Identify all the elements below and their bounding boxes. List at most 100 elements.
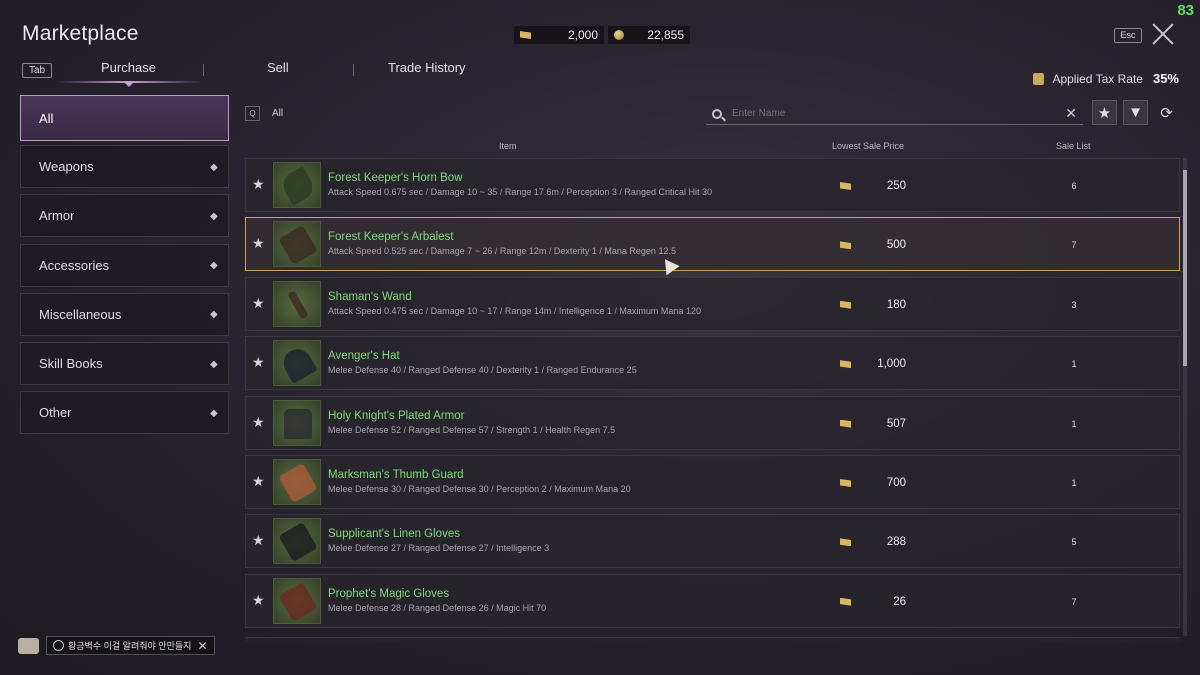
tab-trade-history[interactable]: Trade History [388, 60, 466, 75]
refresh-button[interactable]: ⟳ [1154, 100, 1179, 125]
item-price: 288 [840, 536, 906, 548]
sidebar-item-miscellaneous[interactable]: Miscellaneous ◆ [20, 292, 229, 336]
star-icon[interactable]: ★ [252, 295, 265, 312]
expand-diamond-icon: ◆ [210, 161, 218, 173]
filter-value[interactable]: All [272, 108, 283, 119]
item-price: 26 [840, 596, 906, 608]
table-row[interactable]: ★ Holy Knight's Plated Armor Melee Defen… [245, 395, 1180, 450]
crossbow-icon [273, 221, 321, 268]
tab-sell[interactable]: Sell [267, 60, 289, 75]
tab-key-hint: Tab [22, 63, 52, 78]
tab-divider [203, 64, 204, 76]
item-stats: Melee Defense 40 / Ranged Defense 40 / D… [328, 365, 637, 376]
thumb-guard-icon [273, 458, 321, 505]
chat-notice[interactable]: 황금벽수 이걸 알려줘야 안만들지 ✕ [46, 636, 215, 655]
fps-counter: 83 [1177, 2, 1194, 19]
table-row[interactable]: ★ Supplicant's Linen Gloves Melee Defens… [245, 514, 1180, 569]
search-field: ✕ [706, 103, 1083, 125]
expand-diamond-icon: ◆ [210, 210, 218, 222]
ticket-icon [840, 182, 851, 190]
header-sale-list[interactable]: Sale List [1056, 141, 1091, 151]
gold-coin-icon [614, 30, 624, 40]
refresh-icon: ⟳ [1160, 104, 1173, 122]
tab-divider [353, 64, 354, 76]
item-name: Shaman's Wand [328, 290, 412, 303]
sidebar-item-skill-books[interactable]: Skill Books ◆ [20, 342, 229, 386]
chat-bubble-icon[interactable] [18, 637, 39, 654]
item-name: Marksman's Thumb Guard [328, 468, 464, 481]
star-icon[interactable]: ★ [252, 473, 265, 490]
currency-ticket: 2,000 [514, 26, 604, 44]
table-row[interactable]: ★ Forest Keeper's Horn Bow Attack Speed … [245, 158, 1180, 212]
favorites-button[interactable]: ★ [1092, 100, 1117, 125]
ticket-icon [520, 31, 531, 39]
tax-rate-display: Applied Tax Rate 35% [1033, 71, 1179, 86]
item-price-value: 500 [886, 239, 906, 252]
star-icon[interactable]: ★ [252, 176, 265, 193]
star-icon[interactable]: ★ [252, 592, 265, 609]
filter-button[interactable]: ▼ [1123, 100, 1148, 125]
item-sale-count: 1 [1071, 418, 1077, 429]
item-stats: Attack Speed 0.525 sec / Damage 7 ~ 26 /… [328, 246, 676, 257]
sidebar-item-other[interactable]: Other ◆ [20, 391, 229, 435]
item-price-value: 250 [886, 180, 906, 192]
item-price: 250 [840, 180, 906, 192]
item-price-value: 26 [893, 595, 906, 608]
expand-diamond-icon: ◆ [210, 358, 218, 370]
item-name: Prophet's Magic Gloves [328, 587, 450, 600]
star-icon[interactable]: ★ [252, 532, 265, 549]
ticket-icon [840, 597, 851, 606]
table-header: Item Lowest Sale Price Sale List [245, 141, 1180, 155]
item-stats: Attack Speed 0.475 sec / Damage 10 ~ 17 … [328, 305, 701, 316]
notice-icon [53, 640, 64, 651]
q-key-hint: Q [245, 106, 260, 121]
sidebar-item-label: Weapons [39, 159, 94, 174]
table-row-partial [245, 637, 1180, 642]
item-price: 1,000 [840, 358, 906, 370]
ticket-icon [840, 538, 851, 547]
scrollbar-thumb[interactable] [1183, 170, 1187, 366]
chat-notice-text: 황금벽수 이걸 알려줘야 안만들지 [68, 641, 192, 651]
expand-diamond-icon: ◆ [210, 309, 218, 321]
sidebar-item-label: Miscellaneous [39, 306, 122, 322]
item-price-value: 507 [886, 417, 906, 430]
gloves-icon [273, 577, 321, 624]
item-price-value: 288 [886, 536, 906, 549]
item-name: Supplicant's Linen Gloves [328, 528, 460, 541]
sidebar-item-weapons[interactable]: Weapons ◆ [20, 145, 229, 188]
header-lowest-price[interactable]: Lowest Sale Price [832, 141, 904, 151]
page-title: Marketplace [22, 22, 139, 45]
item-stats: Melee Defense 52 / Ranged Defense 57 / S… [328, 424, 616, 435]
currency-ticket-value: 2,000 [567, 28, 598, 42]
item-price: 500 [840, 239, 906, 251]
item-name: Forest Keeper's Horn Bow [328, 172, 463, 184]
close-icon[interactable]: ✕ [197, 639, 207, 653]
list-scrollbar[interactable] [1183, 158, 1187, 636]
sidebar-item-label: Accessories [39, 257, 110, 273]
tab-purchase[interactable]: Purchase [101, 60, 156, 75]
item-name: Holy Knight's Plated Armor [328, 409, 465, 422]
sidebar-item-accessories[interactable]: Accessories ◆ [20, 243, 229, 287]
star-icon[interactable]: ★ [252, 235, 265, 252]
item-price: 700 [840, 477, 906, 489]
sidebar-item-label: Armor [39, 208, 75, 224]
item-sale-count: 5 [1071, 537, 1077, 548]
hat-icon [273, 340, 321, 387]
search-icon [712, 108, 722, 119]
table-row[interactable]: ★ Prophet's Magic Gloves Melee Defense 2… [245, 573, 1180, 628]
table-row[interactable]: ★ Avenger's Hat Melee Defense 40 / Range… [245, 336, 1180, 391]
table-row-selected[interactable]: ★ Forest Keeper's Arbalest Attack Speed … [245, 217, 1180, 272]
clear-icon[interactable]: ✕ [1065, 105, 1077, 122]
ticket-icon [840, 419, 851, 428]
sidebar-item-armor[interactable]: Armor ◆ [20, 194, 229, 238]
close-icon[interactable] [1150, 22, 1176, 46]
star-icon[interactable]: ★ [252, 354, 265, 371]
table-row[interactable]: ★ Marksman's Thumb Guard Melee Defense 3… [245, 454, 1180, 509]
star-icon[interactable]: ★ [252, 414, 265, 431]
table-row[interactable]: ★ Shaman's Wand Attack Speed 0.475 sec /… [245, 276, 1180, 331]
item-list: ★ Forest Keeper's Horn Bow Attack Speed … [245, 158, 1180, 633]
sidebar-item-all[interactable]: All [20, 95, 229, 141]
search-input[interactable] [730, 107, 1066, 120]
currency-gold: 22,855 [608, 26, 690, 44]
expand-diamond-icon: ◆ [210, 260, 218, 272]
